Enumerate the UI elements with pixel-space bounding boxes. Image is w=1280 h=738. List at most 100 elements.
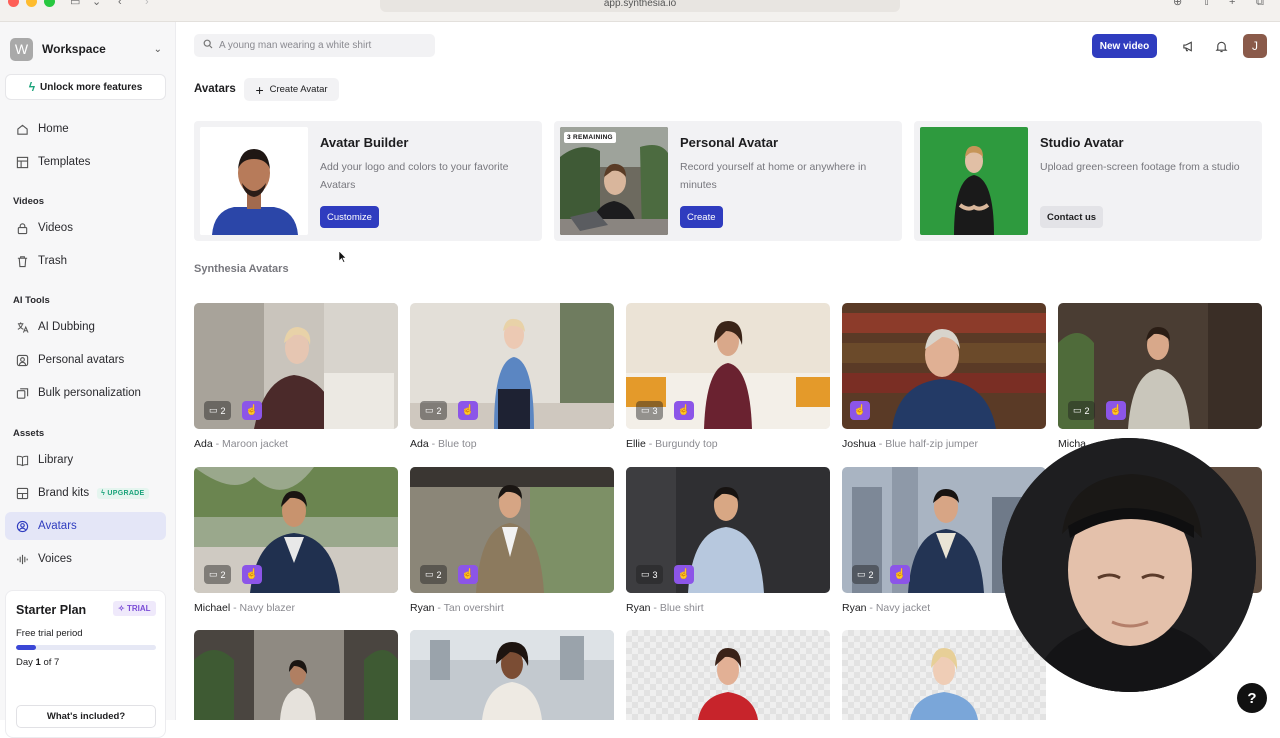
- avatar-outfit: - Blue top: [428, 438, 477, 450]
- sidebar-item-personal-avatars[interactable]: Personal avatars: [5, 346, 166, 374]
- close-window-icon[interactable]: [8, 0, 19, 7]
- gesture-icon: ☝: [850, 401, 870, 420]
- sidebar-item-library[interactable]: Library: [5, 446, 166, 474]
- video-camera-icon: ▭: [209, 569, 218, 579]
- sidebar-toggle-icon[interactable]: ▭: [70, 0, 80, 8]
- avatar-label: Joshua - Blue half-zip jumper: [842, 438, 978, 450]
- avatar-card[interactable]: [410, 630, 614, 720]
- avatar-card[interactable]: ▭ 3 ☝ Ryan - Blue shirt: [626, 467, 830, 617]
- megaphone-icon[interactable]: [1179, 37, 1197, 55]
- back-icon[interactable]: ‹: [118, 0, 122, 8]
- avatar-card[interactable]: ▭ 2 ☝ Micha: [1058, 303, 1262, 453]
- avatar-card[interactable]: ▭ 2 ☝ Ada - Maroon jacket: [194, 303, 398, 453]
- avatar-card[interactable]: [626, 630, 830, 720]
- version-count: ▭ 3: [636, 401, 663, 420]
- video-camera-icon: ▭: [641, 569, 650, 579]
- avatar-card[interactable]: ▭ 3 ☝ Ellie - Burgundy top: [626, 303, 830, 453]
- avatar-builder-thumbnail: [200, 127, 308, 235]
- new-tab-icon[interactable]: +: [1229, 0, 1235, 8]
- feature-card-studio-avatar[interactable]: Studio Avatar Upload green-screen footag…: [914, 121, 1262, 241]
- plus-icon: +: [255, 81, 264, 98]
- avatar-label: Ryan - Navy jacket: [842, 602, 930, 614]
- feature-description: Record yourself at home or anywhere in m…: [680, 161, 867, 191]
- book-icon: [15, 453, 29, 467]
- sidebar-item-label: Voices: [38, 553, 72, 565]
- avatar-card[interactable]: ▭ 2 ☝ Michael - Navy blazer: [194, 467, 398, 617]
- sidebar-item-label: Home: [38, 123, 69, 135]
- sidebar-item-voices[interactable]: Voices: [5, 545, 166, 573]
- user-avatar[interactable]: J: [1243, 34, 1267, 58]
- avatar-thumbnail: ▭ 2 ☝: [194, 303, 398, 429]
- version-count-value: 2: [436, 569, 442, 580]
- remaining-badge: 3 REMAINING: [564, 132, 616, 143]
- avatar-thumbnail: ▭ 2 ☝: [1058, 303, 1262, 429]
- section-label-videos: Videos: [13, 196, 44, 207]
- minimize-window-icon[interactable]: [26, 0, 37, 7]
- sidebar-item-home[interactable]: Home: [5, 115, 166, 143]
- sidebar-item-bulk-personalization[interactable]: Bulk personalization: [5, 379, 166, 407]
- layers-icon: [15, 386, 29, 400]
- gesture-icon: ☝: [890, 565, 910, 584]
- version-count: ▭ 2: [1068, 401, 1095, 420]
- trial-progress-fill: [16, 645, 36, 650]
- forward-icon[interactable]: ›: [145, 0, 149, 8]
- chevron-down-icon[interactable]: ⌄: [92, 0, 101, 8]
- avatar-outfit: - Tan overshirt: [434, 602, 504, 614]
- share-icon[interactable]: ⇧: [1202, 0, 1211, 8]
- lightning-icon: ϟ: [28, 80, 36, 94]
- address-bar[interactable]: app.synthesia.io: [380, 0, 900, 12]
- avatar-outfit: - Blue shirt: [650, 602, 704, 614]
- contact-us-button[interactable]: Contact us: [1040, 206, 1104, 228]
- version-count-value: 2: [220, 569, 226, 580]
- sidebar-item-trash[interactable]: Trash: [5, 247, 166, 275]
- create-personal-avatar-button[interactable]: Create: [680, 206, 723, 228]
- day-prefix: Day: [16, 657, 36, 668]
- version-count: ▭ 2: [420, 401, 447, 420]
- avatar-card[interactable]: ☝ Joshua - Blue half-zip jumper: [842, 303, 1046, 453]
- avatar-card[interactable]: [194, 630, 398, 720]
- sidebar-item-label: Trash: [38, 255, 67, 267]
- bell-icon[interactable]: [1212, 37, 1230, 55]
- plan-title: Starter Plan: [16, 603, 87, 617]
- section-label-assets: Assets: [13, 428, 45, 439]
- webcam-overlay: [1002, 438, 1256, 692]
- customize-button[interactable]: Customize: [320, 206, 379, 228]
- gesture-icon: ☝: [458, 401, 478, 420]
- sidebar-item-ai-dubbing[interactable]: AI Dubbing: [5, 313, 166, 341]
- new-video-button[interactable]: New video: [1092, 34, 1157, 58]
- sidebar-item-label: Personal avatars: [38, 354, 125, 366]
- whats-included-button[interactable]: What's included?: [16, 705, 156, 728]
- sidebar-item-videos[interactable]: Videos: [5, 214, 166, 242]
- avatar-thumbnail: [194, 630, 398, 720]
- version-count-value: 3: [652, 405, 658, 416]
- workspace-switcher[interactable]: W Workspace ⌄: [10, 37, 162, 61]
- avatar-card[interactable]: ▭ 2 ☝ Ryan - Tan overshirt: [410, 467, 614, 617]
- create-avatar-button[interactable]: + Create Avatar: [244, 78, 339, 101]
- gesture-icon: ☝: [242, 565, 262, 584]
- dubbing-icon: [15, 320, 29, 334]
- video-camera-icon: ▭: [857, 569, 866, 579]
- section-title-synthesia-avatars: Synthesia Avatars: [194, 263, 289, 275]
- unlock-features-button[interactable]: ϟ Unlock more features: [5, 74, 166, 100]
- version-count: ▭ 2: [204, 565, 231, 584]
- avatar-label: Ellie - Burgundy top: [626, 438, 718, 450]
- feature-card-avatar-builder[interactable]: Avatar Builder Add your logo and colors …: [194, 121, 542, 241]
- avatar-label: Michael - Navy blazer: [194, 602, 295, 614]
- sidebar-item-avatars[interactable]: Avatars: [5, 512, 166, 540]
- avatar-card[interactable]: [842, 630, 1046, 720]
- avatar-thumbnail: [626, 630, 830, 720]
- avatar-name: Ryan: [626, 602, 651, 614]
- browser-toolbar: ▭ ⌄ ‹ › app.synthesia.io ⊕ ⇧ + ⧉: [0, 0, 1280, 22]
- feature-description: Add your logo and colors to your favorit…: [320, 161, 509, 191]
- download-icon[interactable]: ⊕: [1173, 0, 1182, 8]
- sidebar-item-brand-kits[interactable]: Brand kits ϟ UPGRADE: [5, 479, 166, 507]
- help-button[interactable]: ?: [1237, 683, 1267, 713]
- avatar-label: Ryan - Blue shirt: [626, 602, 704, 614]
- upgrade-badge[interactable]: ϟ UPGRADE: [97, 487, 149, 499]
- feature-card-personal-avatar[interactable]: 3 REMAINING Personal Avatar Record yours…: [554, 121, 902, 241]
- maximize-window-icon[interactable]: [44, 0, 55, 7]
- sidebar-item-templates[interactable]: Templates: [5, 148, 166, 176]
- tabs-overview-icon[interactable]: ⧉: [1256, 0, 1264, 8]
- search-input[interactable]: A young man wearing a white shirt: [194, 34, 435, 57]
- avatar-card[interactable]: ▭ 2 ☝ Ada - Blue top: [410, 303, 614, 453]
